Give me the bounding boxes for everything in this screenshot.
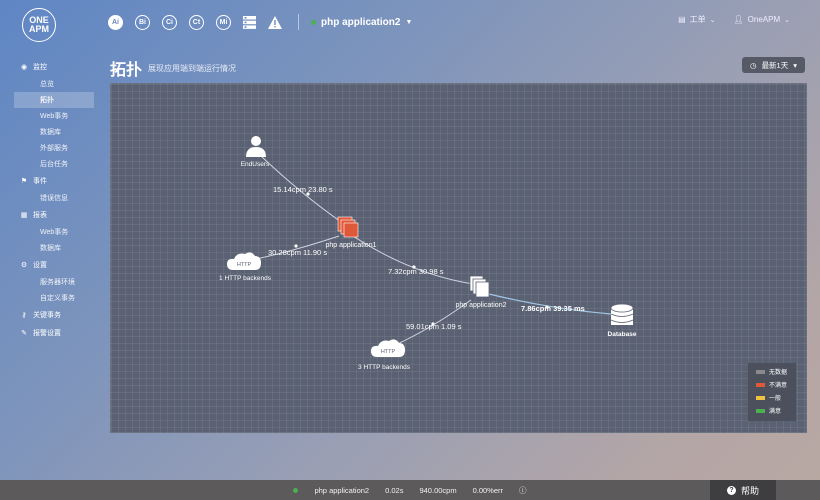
eye-icon: ◉ <box>20 64 28 71</box>
clock-icon: ◷ <box>750 60 757 70</box>
report-icon: ▦ <box>20 212 28 219</box>
status-error-rate: 0.00%err <box>472 485 504 495</box>
legend-item: 不满意 <box>756 380 796 389</box>
node-endusers[interactable]: EndUsers <box>241 136 270 168</box>
node-label-database: Database <box>608 331 637 338</box>
top-right-menu: ▤ 工单 ⌄ 👤︎ OneAPM ⌄ <box>678 14 790 25</box>
edge-label-app1-http1: 30.28cpm 11.90 s <box>268 248 327 257</box>
app-status-dot <box>293 487 299 493</box>
sidebar-item-errors[interactable]: 错误信息 <box>14 190 94 206</box>
app-selector[interactable]: php application2 ▼ <box>311 17 412 28</box>
database-icon-top <box>610 303 634 313</box>
sidebar-section-alerts[interactable]: ✎ 报警设置 <box>14 324 94 342</box>
oneapm-logo[interactable]: ONE APM <box>22 8 56 42</box>
http-badge: HTTP <box>381 349 396 355</box>
sidebar-section-events[interactable]: ⚑ 事件 <box>14 172 94 190</box>
divider <box>298 14 299 30</box>
sidebar-section-key-transactions[interactable]: ⚷ 关键事务 <box>14 306 94 324</box>
sidebar-item-topology[interactable]: 拓扑 <box>14 92 94 108</box>
sidebar-item-server-env[interactable]: 服务器环境 <box>14 274 94 290</box>
sidebar-item-external-services[interactable]: 外部服务 <box>14 140 94 156</box>
document-icon: ▤ <box>678 15 686 24</box>
user-icon <box>251 136 261 146</box>
legend-swatch <box>756 395 765 400</box>
page-subtitle: 展现应用端到端运行情况 <box>148 64 236 73</box>
help-button[interactable]: ? 帮助 <box>710 480 776 500</box>
legend-item: 一般 <box>756 393 796 402</box>
wrench-icon: ✎ <box>21 330 27 337</box>
chevron-down-icon: ⌄ <box>709 16 716 24</box>
chevron-down-icon: ⌄ <box>784 16 790 24</box>
topology-canvas[interactable]: 15.14cpm 23.80 s 30.28cpm 11.90 s 7.32cp… <box>110 83 807 433</box>
tickets-menu[interactable]: ▤ 工单 ⌄ <box>678 14 715 25</box>
node-label-http1: 1 HTTP backends <box>219 275 272 282</box>
ai-icon[interactable]: Ai <box>108 14 123 30</box>
status-app-name[interactable]: php application2 <box>314 486 369 495</box>
legend-item: 无数据 <box>756 367 796 376</box>
status-legend: 无数据 不满意 一般 满意 <box>748 363 796 421</box>
server-list-icon[interactable] <box>243 15 256 29</box>
legend-swatch <box>756 382 765 387</box>
node-label-http3: 3 HTTP backends <box>358 364 411 371</box>
legend-item: 满意 <box>756 406 796 415</box>
legend-swatch <box>756 408 765 413</box>
sidebar-item-custom-tx[interactable]: 自定义事务 <box>14 290 94 306</box>
edge-label-app2-http3: 59.01cpm 1.09 s <box>406 322 462 331</box>
question-icon[interactable]: ⓘ <box>519 485 527 496</box>
sidebar-section-settings[interactable]: ⚙ 设置 <box>14 256 94 274</box>
node-php-application2[interactable]: php application2 <box>456 275 507 309</box>
sidebar-item-report-db[interactable]: 数据库 <box>14 240 94 256</box>
flag-icon: ⚑ <box>20 178 28 185</box>
ct-icon[interactable]: Ct <box>189 14 204 30</box>
sidebar-item-web-transactions[interactable]: Web事务 <box>14 108 94 124</box>
sidebar-section-reports[interactable]: ▦ 报表 <box>14 206 94 224</box>
page-title: 拓扑 <box>110 62 143 79</box>
node-label-app1: php application1 <box>326 242 377 249</box>
sidebar-item-background-tasks[interactable]: 后台任务 <box>14 156 94 172</box>
sidebar-section-monitor[interactable]: ◉ 监控 <box>14 58 94 76</box>
user-icon: 👤︎ <box>733 15 744 24</box>
sidebar: ◉ 监控 总览 拓扑 Web事务 数据库 外部服务 后台任务 ⚑ 事件 错误信息… <box>14 58 94 342</box>
status-bar: php application2 0.02s 940.00cpm 0.00%er… <box>0 480 820 500</box>
app-stack-icon <box>343 222 359 238</box>
topology-graph: 15.14cpm 23.80 s 30.28cpm 11.90 s 7.32cp… <box>219 136 637 371</box>
time-range-button[interactable]: ◷ 最新1天 ▾ <box>742 57 805 73</box>
top-navigation: Ai Bi Ci Ct Mi php application2 ▼ <box>108 12 412 32</box>
edge-label-app1-app2: 7.32cpm 30.98 s <box>388 267 444 276</box>
user-body <box>246 147 266 157</box>
question-icon: ? <box>726 485 736 495</box>
node-label-app2: php application2 <box>456 302 507 309</box>
legend-swatch <box>756 369 765 374</box>
node-http-backends-3[interactable]: HTTP 3 HTTP backends <box>358 339 411 371</box>
alert-warning-icon[interactable] <box>268 15 282 29</box>
http-badge: HTTP <box>237 262 252 268</box>
node-database[interactable]: Database <box>608 303 637 338</box>
sidebar-item-report-web[interactable]: Web事务 <box>14 224 94 240</box>
chevron-down-icon: ▼ <box>405 18 413 26</box>
gear-icon: ⚙ <box>20 262 28 269</box>
user-menu[interactable]: 👤︎ OneAPM ⌄ <box>734 14 791 25</box>
status-throughput: 940.00cpm <box>419 485 457 495</box>
chevron-down-icon: ▾ <box>793 60 797 70</box>
status-response-time: 0.02s <box>385 485 404 495</box>
bi-icon[interactable]: Bi <box>135 14 150 30</box>
mi-icon[interactable]: Mi <box>216 14 231 30</box>
key-icon: ⚷ <box>21 312 27 319</box>
edge-label-app2-db: 7.86cpm 39.35 ms <box>521 304 585 313</box>
node-php-application1[interactable]: php application1 <box>326 216 377 249</box>
ci-icon[interactable]: Ci <box>162 14 177 30</box>
app-status-dot <box>311 19 316 25</box>
edge-label-endusers-app1: 15.14cpm 23.80 s <box>273 185 333 194</box>
app-stack-icon <box>475 281 490 298</box>
node-label-endusers: EndUsers <box>241 161 270 168</box>
sidebar-item-database[interactable]: 数据库 <box>14 124 94 140</box>
app-selector-label: php application2 <box>321 16 401 28</box>
sidebar-item-overview[interactable]: 总览 <box>14 76 94 92</box>
